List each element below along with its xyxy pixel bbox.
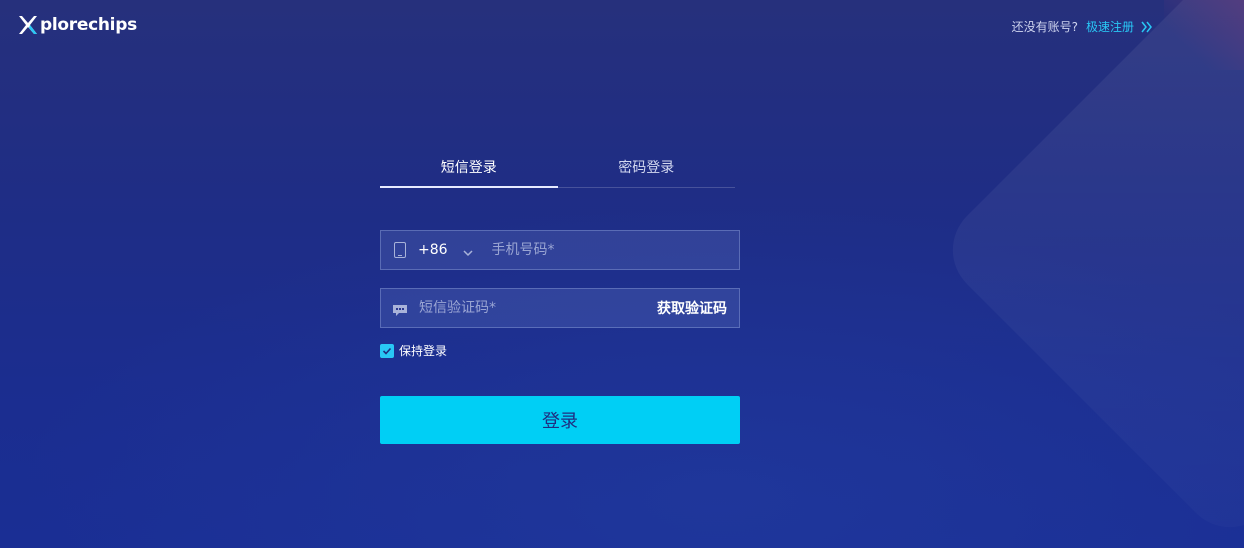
tab-password-login[interactable]: 密码登录 [558,150,736,187]
sms-code-input[interactable] [419,300,657,316]
register-link[interactable]: 极速注册 [1086,18,1134,35]
double-chevron-right-icon[interactable] [1140,20,1154,34]
phone-input[interactable] [491,242,739,258]
background-diamond-shape [933,0,1244,547]
no-account-text: 还没有账号? [1011,20,1078,34]
background-corner-accent [1164,0,1244,70]
login-tabs: 短信登录 密码登录 [380,150,735,188]
brand-logo[interactable]: plorechips [18,12,137,38]
mobile-phone-icon [394,242,406,258]
sms-code-field: 获取验证码 [380,288,740,328]
remember-label: 保持登录 [399,344,448,358]
logo-x-icon [18,14,38,36]
login-button[interactable]: 登录 [380,396,740,444]
register-prompt: 还没有账号? 极速注册 [1012,18,1154,35]
checkmark-icon [382,347,392,355]
remember-checkbox[interactable] [380,343,394,358]
country-code-select[interactable]: +86 [418,242,448,258]
logo-text: plorechips [40,15,137,35]
get-code-button[interactable]: 获取验证码 [657,298,727,318]
chevron-down-icon[interactable] [462,244,474,257]
remember-login[interactable]: 保持登录 [380,342,740,359]
phone-field: +86 [380,230,740,270]
login-card: 短信登录 密码登录 +86 获取验证码 保持 [380,150,740,444]
chat-bubble-icon [393,302,407,316]
tab-sms-login[interactable]: 短信登录 [380,150,558,188]
